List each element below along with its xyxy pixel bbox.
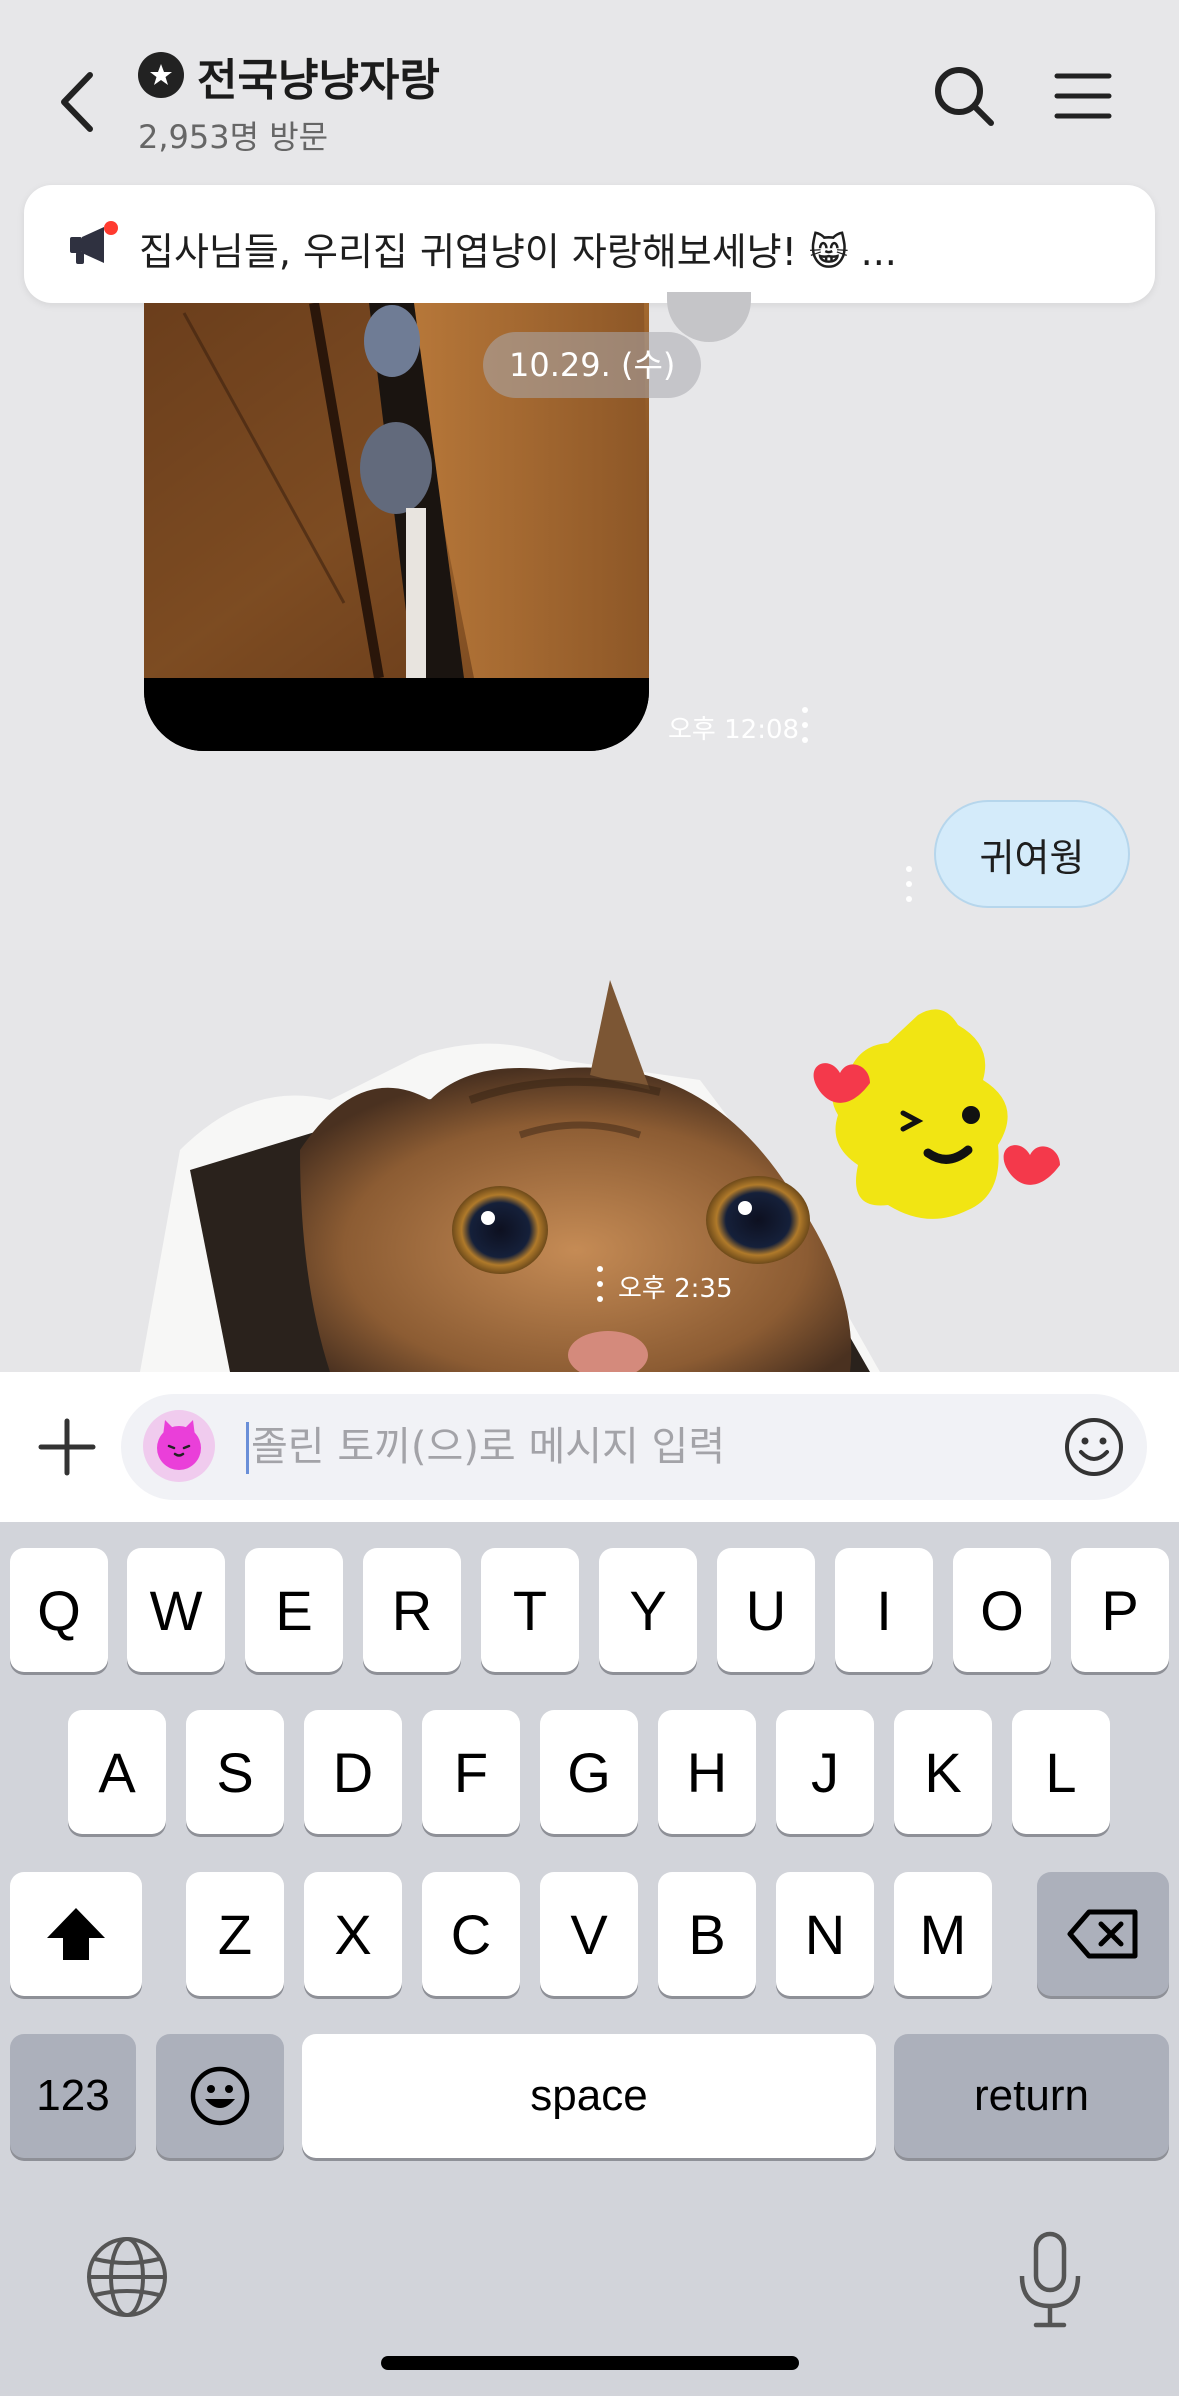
search-icon[interactable] [924,56,1004,136]
key-l[interactable]: L [1012,1710,1110,1834]
key-p[interactable]: P [1071,1548,1169,1672]
key-k[interactable]: K [894,1710,992,1834]
more-options-icon[interactable] [903,866,915,902]
key-s[interactable]: S [186,1710,284,1834]
backspace-key[interactable] [1037,1872,1169,1996]
chat-header: 전국냥냥자랑 2,953명 방문 [0,0,1179,180]
key-j[interactable]: J [776,1710,874,1834]
back-arrow-icon[interactable] [48,62,108,142]
more-options-icon[interactable] [799,707,811,743]
key-u[interactable]: U [717,1548,815,1672]
key-y[interactable]: Y [599,1548,697,1672]
on-screen-keyboard: Q W E R T Y U I O P A S D F G H J K L Z … [0,1522,1179,2396]
key-f[interactable]: F [422,1710,520,1834]
numbers-key[interactable]: 123 [10,2034,136,2158]
return-key[interactable]: return [894,2034,1169,2158]
key-e[interactable]: E [245,1548,343,1672]
key-t[interactable]: T [481,1548,579,1672]
message-input[interactable] [251,1414,951,1480]
key-i[interactable]: I [835,1548,933,1672]
key-m[interactable]: M [894,1872,992,1996]
more-options-icon[interactable] [594,1266,606,1302]
key-v[interactable]: V [540,1872,638,1996]
my-message-bubble[interactable]: 귀여웡 [934,800,1130,908]
plus-icon[interactable] [30,1410,104,1484]
globe-icon[interactable] [84,2234,170,2320]
key-w[interactable]: W [127,1548,225,1672]
message-time: 오후 2:35 [618,1274,733,1304]
notice-text: 집사님들, 우리집 귀엽냥이 자랑해보세냥! 😸 ... [139,230,897,274]
hamburger-menu-icon[interactable] [1043,56,1123,136]
key-h[interactable]: H [658,1710,756,1834]
key-z[interactable]: Z [186,1872,284,1996]
page-title: 전국냥냥자랑 [197,55,440,106]
key-o[interactable]: O [953,1548,1051,1672]
visitor-count: 2,953명 방문 [138,118,329,156]
key-c[interactable]: C [422,1872,520,1996]
key-x[interactable]: X [304,1872,402,1996]
chat-room-badge-icon [138,52,184,98]
emoji-icon[interactable] [1061,1414,1127,1480]
home-indicator[interactable] [381,2356,799,2370]
shift-icon [47,1908,105,1960]
text-cursor [246,1422,249,1474]
key-q[interactable]: Q [10,1548,108,1672]
message-input-bar [0,1372,1179,1522]
key-b[interactable]: B [658,1872,756,1996]
key-a[interactable]: A [68,1710,166,1834]
backspace-icon [1067,1909,1138,1959]
key-d[interactable]: D [304,1710,402,1834]
message-field-container[interactable] [121,1394,1147,1500]
message-time: 오후 12:08 [668,715,800,745]
key-r[interactable]: R [363,1548,461,1672]
microphone-icon[interactable] [1016,2230,1084,2330]
date-divider: 10.29. (수) [483,332,702,398]
emoji-keyboard-key[interactable] [156,2034,284,2158]
chat-photo-message[interactable]: 오후 2:35 [0,950,1179,1372]
shift-key[interactable] [10,1872,142,1996]
notice-banner[interactable]: 집사님들, 우리집 귀엽냥이 자랑해보세냥! 😸 ... [24,185,1155,303]
key-n[interactable]: N [776,1872,874,1996]
space-key[interactable]: space [302,2034,876,2158]
megaphone-icon [66,219,122,269]
key-g[interactable]: G [540,1710,638,1834]
emoji-keyboard-icon [190,2066,250,2126]
profile-avatar[interactable] [143,1410,215,1482]
